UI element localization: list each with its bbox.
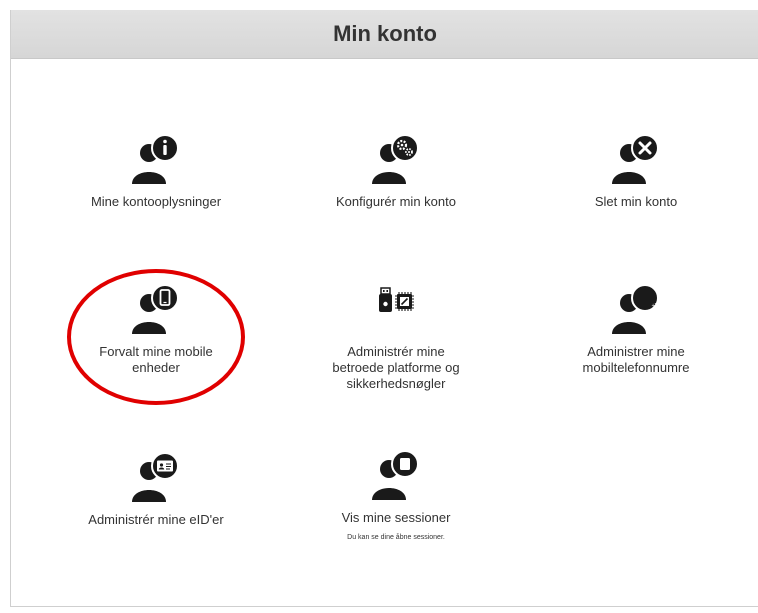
tile-label: Administrér mine eID'er [88,512,224,527]
account-panel: Min konto Mine kontooplysninger Konfigur… [10,10,758,607]
tile-delete-account[interactable]: Slet min konto [526,132,746,210]
user-delete-icon [612,134,659,184]
tile-label: Administrer mine mobiltelefonnumre [582,344,690,375]
user-info-icon [132,134,179,184]
tile-label: Administrér mine betroede platforme og s… [332,344,460,391]
tile-eids[interactable]: Administrér mine eID'er [46,450,266,528]
tile-label: Forvalt mine mobile enheder [99,344,213,375]
tile-label: Vis mine sessioner [341,510,451,525]
tile-label: Slet min konto [594,194,678,209]
user-session-icon [372,450,419,500]
tile-trusted-platforms[interactable]: Administrér mine betroede platforme og s… [286,282,506,392]
user-id-card-icon [132,452,179,502]
tile-mobile-devices[interactable]: Forvalt mine mobile enheder [46,282,266,376]
tile-account-info[interactable]: Mine kontooplysninger [46,132,266,210]
usb-chip-icon [379,287,414,312]
tile-label: Mine kontooplysninger [90,194,222,209]
tile-sublabel: Du kan se dine åbne sessioner. [347,534,445,541]
page-title: Min konto [333,21,437,46]
tile-configure-account[interactable]: Konfigurér min konto [286,132,506,210]
tile-phone-numbers[interactable]: +32125 456789 Administrer mine mobiltele… [526,282,746,376]
user-mobile-icon [132,284,179,334]
tile-label: Konfigurér min konto [336,194,456,209]
phone-number-badge: +32125 456789 [651,303,669,315]
tile-sessions[interactable]: Vis mine sessioner Du kan se dine åbne s… [286,448,506,541]
user-settings-icon [372,134,419,184]
page-header: Min konto [11,10,758,59]
